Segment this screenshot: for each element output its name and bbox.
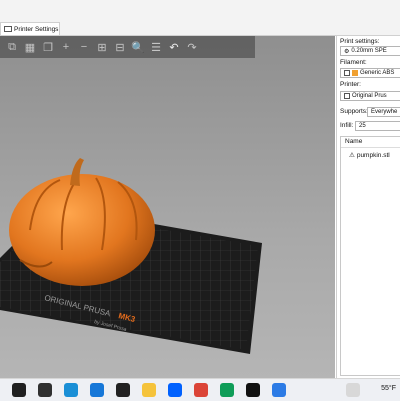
pumpkin-model[interactable] — [9, 158, 155, 286]
list-item[interactable]: ⚠ pumpkin.stl — [341, 151, 400, 160]
media-player-icon[interactable] — [90, 383, 104, 397]
app2-icon[interactable] — [272, 383, 286, 397]
printer-settings-icon — [4, 26, 12, 32]
search-icon[interactable] — [12, 383, 26, 397]
copy-icon[interactable]: ❐ — [40, 39, 56, 55]
printer-value: Original Prus — [352, 93, 387, 99]
gear-icon: ⚙ — [344, 48, 350, 55]
scene: ORIGINAL PRUSA MK3 by Josef Prusa — [0, 158, 262, 354]
printer-icon — [344, 93, 350, 99]
task-view-icon[interactable] — [38, 383, 52, 397]
filament-spool-icon — [344, 70, 350, 76]
object-name: pumpkin.stl — [356, 151, 390, 159]
file-explorer-icon[interactable] — [142, 383, 156, 397]
plus-icon[interactable]: + — [58, 39, 74, 55]
tab-bar: Printer Settings — [0, 0, 400, 36]
chrome-profile-icon[interactable] — [220, 383, 234, 397]
3d-viewport[interactable]: ORIGINAL PRUSA MK3 by Josef Prusa — [0, 36, 335, 378]
split-parts-icon[interactable]: ⊟ — [112, 39, 128, 55]
app-icon[interactable] — [116, 383, 130, 397]
settings-sidebar: Print settings: ⚙ 0.20mm SPE Filament: G… — [336, 36, 400, 378]
printer-label: Printer: — [340, 81, 361, 88]
print-settings-value: 0.20mm SPE — [351, 48, 387, 54]
taskbar: 55°F — [0, 378, 400, 401]
split-icon[interactable]: ⊞ — [94, 39, 110, 55]
supports-value: Everywhe — [371, 109, 398, 115]
print-settings-combo[interactable]: ⚙ 0.20mm SPE — [340, 46, 400, 56]
arrange-icon[interactable]: ▦ — [22, 39, 38, 55]
layers-icon[interactable]: ☰ — [148, 39, 164, 55]
supports-label: Supports: — [340, 108, 368, 115]
filament-combo[interactable]: Generic ABS — [340, 68, 400, 78]
filament-color-swatch — [352, 70, 358, 76]
minus-icon[interactable]: − — [76, 39, 92, 55]
infill-combo[interactable]: 25 — [355, 121, 400, 131]
dropbox-icon[interactable] — [168, 383, 182, 397]
object-list-header: Name — [341, 137, 400, 148]
add-object-icon[interactable]: ⧉ — [4, 39, 20, 55]
filament-label: Filament: — [340, 59, 367, 66]
prusa-slicer-icon[interactable] — [246, 383, 260, 397]
object-list[interactable]: Name ⚠ pumpkin.stl — [340, 136, 400, 376]
warning-icon: ⚠ — [349, 152, 355, 159]
supports-combo[interactable]: Everywhe — [367, 107, 400, 117]
print-settings-label: Print settings: — [340, 38, 380, 45]
tab-printer-settings-label: Printer Settings — [14, 25, 59, 33]
infill-label: Infill: — [340, 122, 354, 129]
infill-value: 25 — [359, 123, 366, 129]
filament-value: Generic ABS — [360, 70, 395, 76]
chrome-icon[interactable] — [194, 383, 208, 397]
tab-printer-settings[interactable]: Printer Settings — [0, 22, 60, 35]
redo-icon[interactable]: ↷ — [184, 39, 200, 55]
undo-icon[interactable]: ↶ — [166, 39, 182, 55]
viewport-toolbar: ⧉ ▦ ❐ + − ⊞ ⊟ 🔍 ☰ ↶ ↷ — [0, 36, 255, 58]
weather-temp[interactable]: 55°F — [381, 385, 396, 392]
edge-icon[interactable] — [64, 383, 78, 397]
moon-icon[interactable] — [346, 383, 360, 397]
search-icon[interactable]: 🔍 — [130, 39, 146, 55]
printer-combo[interactable]: Original Prus — [340, 91, 400, 101]
